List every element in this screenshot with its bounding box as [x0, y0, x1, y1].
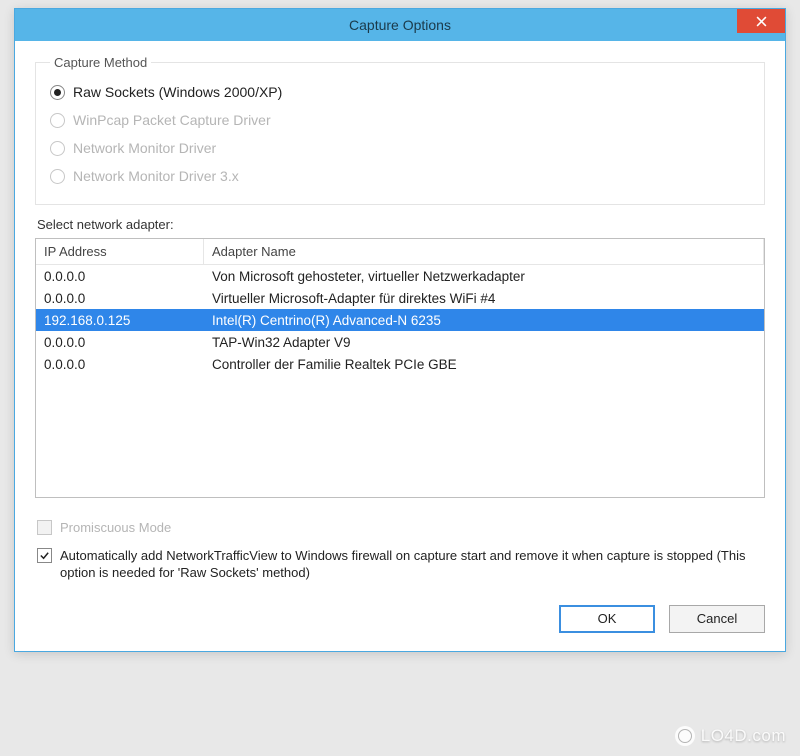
table-row[interactable]: 0.0.0.0 Virtueller Microsoft-Adapter für…	[36, 287, 764, 309]
button-row: OK Cancel	[35, 605, 765, 633]
capture-method-legend: Capture Method	[50, 55, 151, 70]
radio-icon	[50, 141, 65, 156]
radio-netmon: Network Monitor Driver	[50, 134, 750, 162]
radio-raw-sockets[interactable]: Raw Sockets (Windows 2000/XP)	[50, 78, 750, 106]
titlebar[interactable]: Capture Options	[15, 9, 785, 41]
checkbox-label: Automatically add NetworkTrafficView to …	[60, 547, 763, 582]
cell-ip: 0.0.0.0	[36, 357, 204, 372]
ok-button[interactable]: OK	[559, 605, 655, 633]
window-title: Capture Options	[349, 17, 451, 33]
radio-label: Network Monitor Driver 3.x	[73, 168, 239, 184]
cell-name: TAP-Win32 Adapter V9	[204, 335, 764, 350]
checkbox-icon	[37, 548, 52, 563]
lower-options: Promiscuous Mode Automatically add Netwo…	[35, 514, 765, 587]
watermark-text: LO4D.com	[701, 726, 786, 746]
cell-name: Virtueller Microsoft-Adapter für direkte…	[204, 291, 764, 306]
cell-name: Controller der Familie Realtek PCIe GBE	[204, 357, 764, 372]
cell-ip: 192.168.0.125	[36, 313, 204, 328]
button-label: Cancel	[697, 611, 737, 626]
button-label: OK	[598, 611, 617, 626]
checkmark-icon	[39, 550, 50, 561]
globe-icon	[675, 726, 695, 746]
capture-method-group: Capture Method Raw Sockets (Windows 2000…	[35, 55, 765, 205]
cell-ip: 0.0.0.0	[36, 335, 204, 350]
radio-icon	[50, 85, 65, 100]
adapter-section-label: Select network adapter:	[37, 217, 765, 232]
adapter-table[interactable]: IP Address Adapter Name 0.0.0.0 Von Micr…	[35, 238, 765, 498]
close-button[interactable]	[737, 9, 785, 33]
table-row[interactable]: 0.0.0.0 TAP-Win32 Adapter V9	[36, 331, 764, 353]
radio-label: Network Monitor Driver	[73, 140, 216, 156]
capture-options-window: Capture Options Capture Method Raw Socke…	[14, 8, 786, 652]
table-row[interactable]: 0.0.0.0 Von Microsoft gehosteter, virtue…	[36, 265, 764, 287]
radio-winpcap: WinPcap Packet Capture Driver	[50, 106, 750, 134]
window-content: Capture Method Raw Sockets (Windows 2000…	[15, 41, 785, 651]
checkbox-icon	[37, 520, 52, 535]
firewall-checkbox[interactable]: Automatically add NetworkTrafficView to …	[35, 542, 765, 587]
promiscuous-mode-checkbox: Promiscuous Mode	[35, 514, 765, 542]
radio-netmon3x: Network Monitor Driver 3.x	[50, 162, 750, 190]
checkbox-label: Promiscuous Mode	[60, 519, 171, 537]
close-icon	[756, 16, 767, 27]
radio-label: WinPcap Packet Capture Driver	[73, 112, 271, 128]
cell-name: Von Microsoft gehosteter, virtueller Net…	[204, 269, 764, 284]
cell-name: Intel(R) Centrino(R) Advanced-N 6235	[204, 313, 764, 328]
table-row[interactable]: 0.0.0.0 Controller der Familie Realtek P…	[36, 353, 764, 375]
table-header[interactable]: IP Address Adapter Name	[36, 239, 764, 265]
column-ip[interactable]: IP Address	[36, 239, 204, 264]
radio-icon	[50, 113, 65, 128]
cell-ip: 0.0.0.0	[36, 269, 204, 284]
radio-label: Raw Sockets (Windows 2000/XP)	[73, 84, 282, 100]
radio-icon	[50, 169, 65, 184]
watermark: LO4D.com	[675, 726, 786, 746]
table-row[interactable]: 192.168.0.125 Intel(R) Centrino(R) Advan…	[36, 309, 764, 331]
cell-ip: 0.0.0.0	[36, 291, 204, 306]
column-name[interactable]: Adapter Name	[204, 239, 764, 264]
table-body: 0.0.0.0 Von Microsoft gehosteter, virtue…	[36, 265, 764, 375]
cancel-button[interactable]: Cancel	[669, 605, 765, 633]
